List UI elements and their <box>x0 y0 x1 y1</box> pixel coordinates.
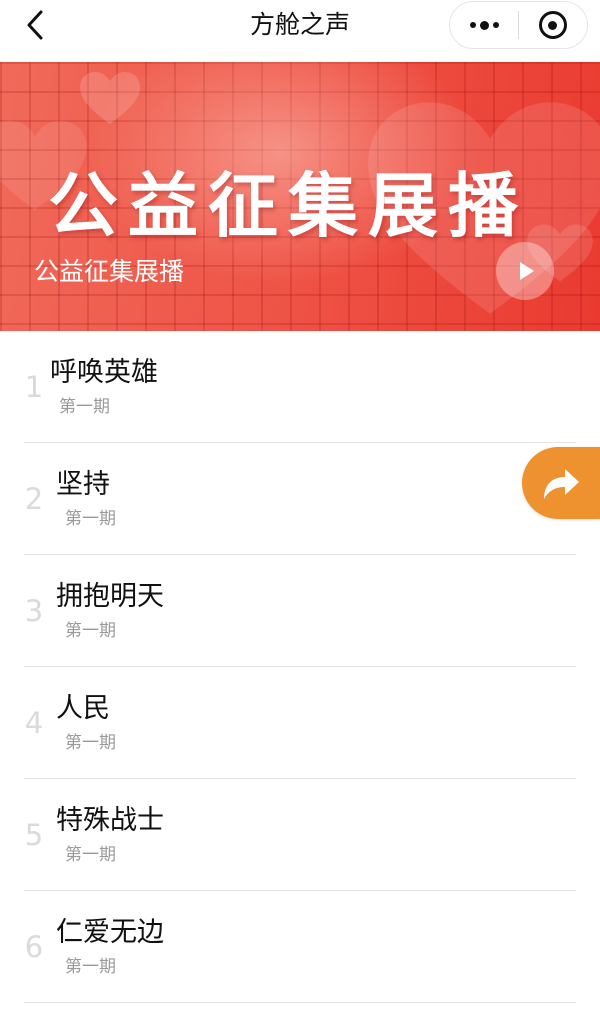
mini-program-capsule <box>449 1 588 49</box>
item-subtitle: 第一期 <box>65 733 116 753</box>
item-index: 1 <box>24 370 44 404</box>
share-arrow-icon <box>544 469 579 499</box>
banner-subtitle: 公益征集展播 <box>34 257 185 286</box>
navigation-bar: 方舱之声 <box>0 0 600 62</box>
list-item[interactable]: 2 坚持 第一期 <box>0 443 600 555</box>
episode-list: 1 呼唤英雄 第一期 2 坚持 第一期 3 拥抱明天 第一期 4 人民 第一期 … <box>0 331 600 1003</box>
banner[interactable]: 公益征集展播 公益征集展播 <box>0 62 600 331</box>
back-button[interactable] <box>18 6 52 44</box>
item-subtitle: 第一期 <box>65 957 116 977</box>
divider <box>24 1002 576 1003</box>
item-title: 拥抱明天 <box>56 581 164 612</box>
play-button[interactable] <box>496 242 554 300</box>
list-item[interactable]: 3 拥抱明天 第一期 <box>0 555 600 667</box>
target-circle-icon <box>538 11 567 39</box>
item-subtitle: 第一期 <box>59 397 110 417</box>
item-title: 呼唤英雄 <box>50 357 158 388</box>
more-dots-icon <box>469 20 499 30</box>
share-button[interactable] <box>522 447 600 519</box>
item-index: 2 <box>24 482 44 516</box>
item-index: 6 <box>24 930 44 964</box>
item-index: 4 <box>24 706 44 740</box>
play-icon <box>520 262 534 280</box>
item-subtitle: 第一期 <box>65 845 116 865</box>
item-title: 特殊战士 <box>56 805 164 836</box>
item-index: 3 <box>24 594 44 628</box>
list-item[interactable]: 4 人民 第一期 <box>0 667 600 779</box>
more-button[interactable] <box>450 2 518 48</box>
banner-title: 公益征集展播 <box>48 165 528 247</box>
list-item[interactable]: 5 特殊战士 第一期 <box>0 779 600 891</box>
list-item[interactable]: 6 仁爱无边 第一期 <box>0 891 600 1003</box>
item-index: 5 <box>24 818 44 852</box>
chevron-left-icon <box>27 10 43 40</box>
item-title: 人民 <box>56 693 110 724</box>
item-subtitle: 第一期 <box>65 621 116 641</box>
item-title: 仁爱无边 <box>56 917 164 948</box>
item-subtitle: 第一期 <box>65 509 116 529</box>
close-button[interactable] <box>519 2 587 48</box>
item-title: 坚持 <box>56 469 110 500</box>
list-item[interactable]: 1 呼唤英雄 第一期 <box>0 331 600 443</box>
